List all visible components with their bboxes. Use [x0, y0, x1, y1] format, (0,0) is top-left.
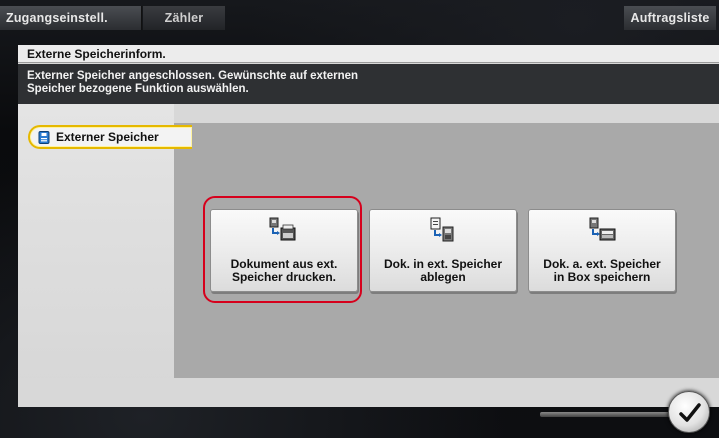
document-to-usb-icon: [430, 217, 454, 242]
usb-memory-icon: [38, 131, 50, 144]
tab-access-settings[interactable]: Zugangseinstell.: [0, 6, 142, 30]
usb-to-box-icon: [589, 217, 616, 241]
ok-strip: [540, 412, 680, 417]
tab-job-list[interactable]: Auftragsliste: [624, 6, 716, 30]
tab-counter[interactable]: Zähler: [143, 6, 225, 30]
store-document-external-button[interactable]: Dok. in ext. Speicher ablegen: [369, 209, 517, 292]
instruction-message: Externer Speicher angeschlossen. Gewünsc…: [18, 64, 719, 104]
ok-button[interactable]: [668, 391, 710, 433]
top-bar: Zugangseinstell. Zähler Auftragsliste: [0, 0, 719, 34]
panel-footer: [18, 378, 719, 407]
panel-title: Externe Speicherinform.: [18, 45, 719, 63]
store-button-label: Dok. in ext. Speicher ablegen: [383, 257, 503, 284]
box-button-label: Dok. a. ext. Speicher in Box speichern: [543, 257, 661, 284]
checkmark-icon: [679, 403, 701, 422]
side-tab-external-storage[interactable]: Externer Speicher: [28, 125, 192, 149]
side-navigation: [18, 104, 174, 407]
print-from-external-storage-button[interactable]: Dokument aus ext. Speicher drucken.: [210, 209, 358, 292]
side-tab-label: Externer Speicher: [56, 130, 159, 144]
save-external-to-box-button[interactable]: Dok. a. ext. Speicher in Box speichern: [528, 209, 676, 292]
print-button-label: Dokument aus ext. Speicher drucken.: [230, 257, 338, 284]
usb-to-printer-icon: [269, 217, 296, 241]
